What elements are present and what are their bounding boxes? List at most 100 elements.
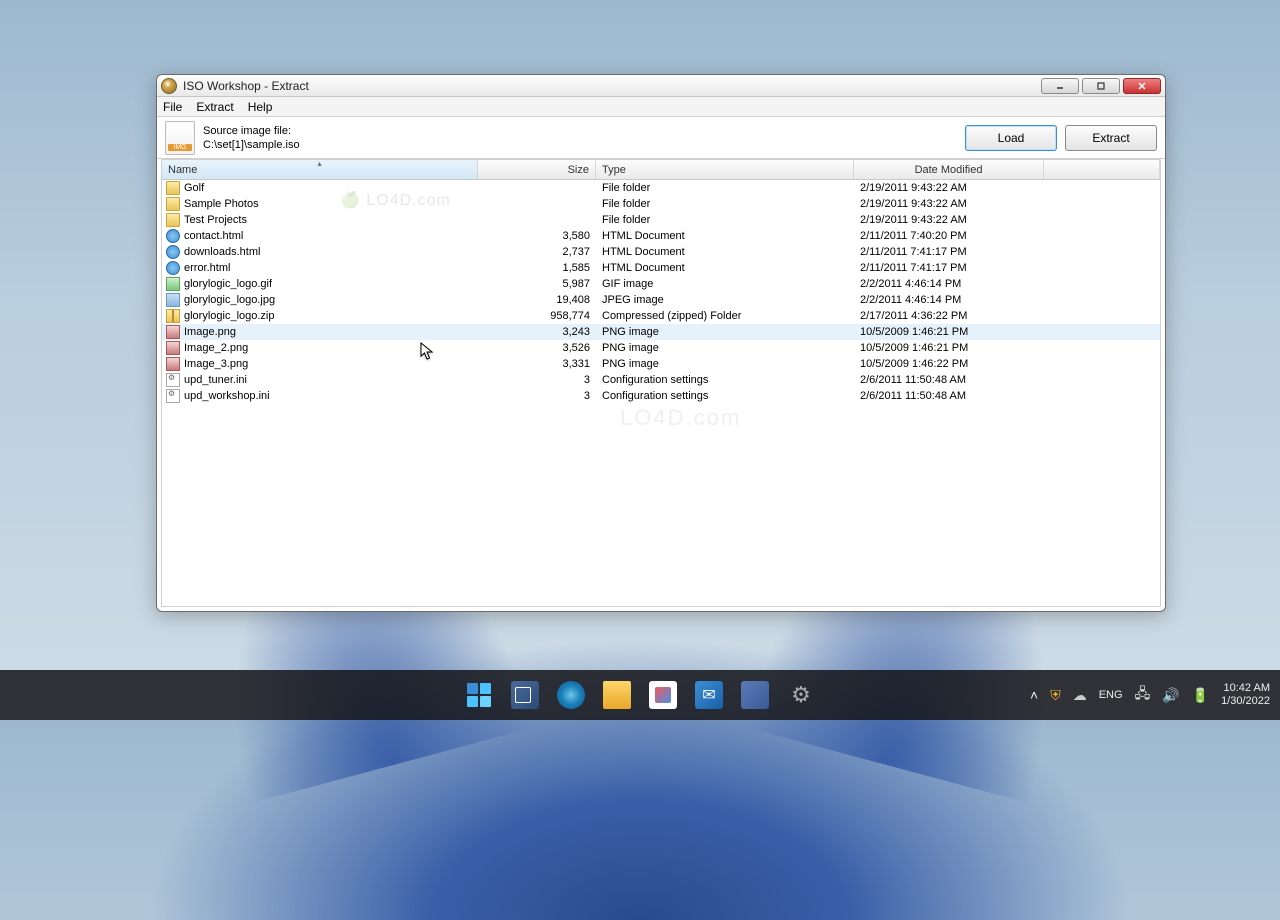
pinned-app-icon[interactable] xyxy=(741,681,769,709)
microsoft-store-icon[interactable] xyxy=(649,681,677,709)
png-icon xyxy=(166,357,180,371)
html-icon xyxy=(166,229,180,243)
source-label: Source image file: xyxy=(203,124,957,138)
file-name: glorylogic_logo.gif xyxy=(184,278,272,290)
file-name: error.html xyxy=(184,262,230,274)
file-size: 19,408 xyxy=(478,294,596,306)
file-size: 2,737 xyxy=(478,246,596,258)
file-size: 958,774 xyxy=(478,310,596,322)
taskbar[interactable]: ⚙ ˄ ⛨ ☁ ENG 🖧 🔊 🔋 10:42 AM 1/30/2022 xyxy=(0,670,1280,720)
table-row[interactable]: glorylogic_logo.zip 958,774Compressed (zi… xyxy=(162,308,1160,324)
file-name: downloads.html xyxy=(184,246,260,258)
table-row[interactable]: upd_workshop.ini3Configuration settings2… xyxy=(162,388,1160,404)
column-date[interactable]: Date Modified xyxy=(854,160,1044,179)
table-row[interactable]: Image_2.png3,526PNG image10/5/2009 1:46:… xyxy=(162,340,1160,356)
file-type: File folder xyxy=(596,214,854,226)
table-row[interactable]: contact.html3,580HTML Document2/11/2011 … xyxy=(162,228,1160,244)
table-row[interactable]: Image_3.png 3,331PNG image10/5/2009 1:46:… xyxy=(162,356,1160,372)
file-name: upd_workshop.ini xyxy=(184,390,270,402)
security-icon[interactable]: ⛨ xyxy=(1050,687,1061,704)
file-date: 2/11/2011 7:41:17 PM xyxy=(854,246,1044,258)
file-size: 3,331 xyxy=(478,358,596,370)
load-button[interactable]: Load xyxy=(965,125,1057,151)
table-row[interactable]: glorylogic_logo.gif5,987GIF image2/2/201… xyxy=(162,276,1160,292)
extract-button[interactable]: Extract xyxy=(1065,125,1157,151)
file-type: Configuration settings xyxy=(596,374,854,386)
app-window: ISO Workshop - Extract File Extract Help… xyxy=(156,74,1166,612)
column-name[interactable]: Name▴ xyxy=(162,160,478,179)
file-type: File folder xyxy=(596,198,854,210)
file-date: 2/6/2011 11:50:48 AM xyxy=(854,374,1044,386)
zip-icon xyxy=(166,309,180,323)
clock-date: 1/30/2022 xyxy=(1221,695,1270,708)
file-listview: Name▴ Size Type Date Modified GolfFile f… xyxy=(161,159,1161,607)
source-path: C:\set[1]\sample.iso xyxy=(203,138,957,152)
file-name: glorylogic_logo.zip xyxy=(184,310,275,322)
folder-icon xyxy=(166,181,180,195)
file-name: Sample Photos xyxy=(184,198,259,210)
file-date: 2/19/2011 9:43:22 AM xyxy=(854,214,1044,226)
minimize-button[interactable] xyxy=(1041,78,1079,94)
file-name: upd_tuner.ini xyxy=(184,374,247,386)
clock[interactable]: 10:42 AM 1/30/2022 xyxy=(1221,682,1270,708)
file-size: 5,987 xyxy=(478,278,596,290)
file-name: contact.html xyxy=(184,230,243,242)
file-name: Image_3.png xyxy=(184,358,248,370)
file-date: 2/2/2011 4:46:14 PM xyxy=(854,294,1044,306)
gif-icon xyxy=(166,277,180,291)
table-row[interactable]: upd_tuner.ini 3Configuration settings2/6/… xyxy=(162,372,1160,388)
file-size: 3,580 xyxy=(478,230,596,242)
column-type[interactable]: Type xyxy=(596,160,854,179)
source-file-icon xyxy=(165,121,195,155)
file-date: 2/19/2011 9:43:22 AM xyxy=(854,182,1044,194)
menu-help[interactable]: Help xyxy=(248,100,273,114)
table-row[interactable]: downloads.html2,737HTML Document2/11/201… xyxy=(162,244,1160,260)
language-indicator[interactable]: ENG xyxy=(1099,689,1123,701)
volume-icon[interactable]: 🔊 xyxy=(1162,687,1179,704)
close-button[interactable] xyxy=(1123,78,1161,94)
png-icon xyxy=(166,341,180,355)
mail-icon[interactable] xyxy=(695,681,723,709)
file-date: 10/5/2009 1:46:21 PM xyxy=(854,342,1044,354)
file-type: PNG image xyxy=(596,326,854,338)
file-size: 3 xyxy=(478,374,596,386)
task-view-icon[interactable] xyxy=(511,681,539,709)
html-icon xyxy=(166,245,180,259)
tray-chevron-icon[interactable]: ˄ xyxy=(1030,687,1038,703)
file-name: Image_2.png xyxy=(184,342,248,354)
file-type: PNG image xyxy=(596,358,854,370)
table-row[interactable]: GolfFile folder2/19/2011 9:43:22 AM xyxy=(162,180,1160,196)
column-size[interactable]: Size xyxy=(478,160,596,179)
menu-file[interactable]: File xyxy=(163,100,182,114)
table-row[interactable]: Sample Photos File folder2/19/2011 9:43:2… xyxy=(162,196,1160,212)
battery-icon[interactable]: 🔋 xyxy=(1192,687,1209,704)
file-size: 3 xyxy=(478,390,596,402)
file-date: 2/17/2011 4:36:22 PM xyxy=(854,310,1044,322)
file-type: HTML Document xyxy=(596,230,854,242)
edge-browser-icon[interactable] xyxy=(557,681,585,709)
column-extra[interactable] xyxy=(1044,160,1160,179)
network-icon[interactable]: 🖧 xyxy=(1135,683,1151,707)
file-name: Test Projects xyxy=(184,214,247,226)
onedrive-icon[interactable]: ☁ xyxy=(1073,687,1087,704)
file-size: 1,585 xyxy=(478,262,596,274)
table-row[interactable]: error.html1,585HTML Document2/11/2011 7:… xyxy=(162,260,1160,276)
maximize-button[interactable] xyxy=(1082,78,1120,94)
file-date: 10/5/2009 1:46:21 PM xyxy=(854,326,1044,338)
file-date: 2/19/2011 9:43:22 AM xyxy=(854,198,1044,210)
listview-body[interactable]: GolfFile folder2/19/2011 9:43:22 AMSampl… xyxy=(162,180,1160,606)
file-date: 2/6/2011 11:50:48 AM xyxy=(854,390,1044,402)
settings-icon[interactable]: ⚙ xyxy=(787,681,815,709)
table-row[interactable]: Test Projects File folder2/19/2011 9:43:2… xyxy=(162,212,1160,228)
window-title: ISO Workshop - Extract xyxy=(183,79,1041,93)
file-type: Compressed (zipped) Folder xyxy=(596,310,854,322)
table-row[interactable]: glorylogic_logo.jpg19,408JPEG image2/2/2… xyxy=(162,292,1160,308)
file-type: PNG image xyxy=(596,342,854,354)
file-date: 10/5/2009 1:46:22 PM xyxy=(854,358,1044,370)
file-explorer-icon[interactable] xyxy=(603,681,631,709)
table-row[interactable]: Image.png3,243PNG image10/5/2009 1:46:21… xyxy=(162,324,1160,340)
folder-icon xyxy=(166,197,180,211)
titlebar[interactable]: ISO Workshop - Extract xyxy=(157,75,1165,97)
start-button[interactable] xyxy=(465,681,493,709)
menu-extract[interactable]: Extract xyxy=(196,100,233,114)
